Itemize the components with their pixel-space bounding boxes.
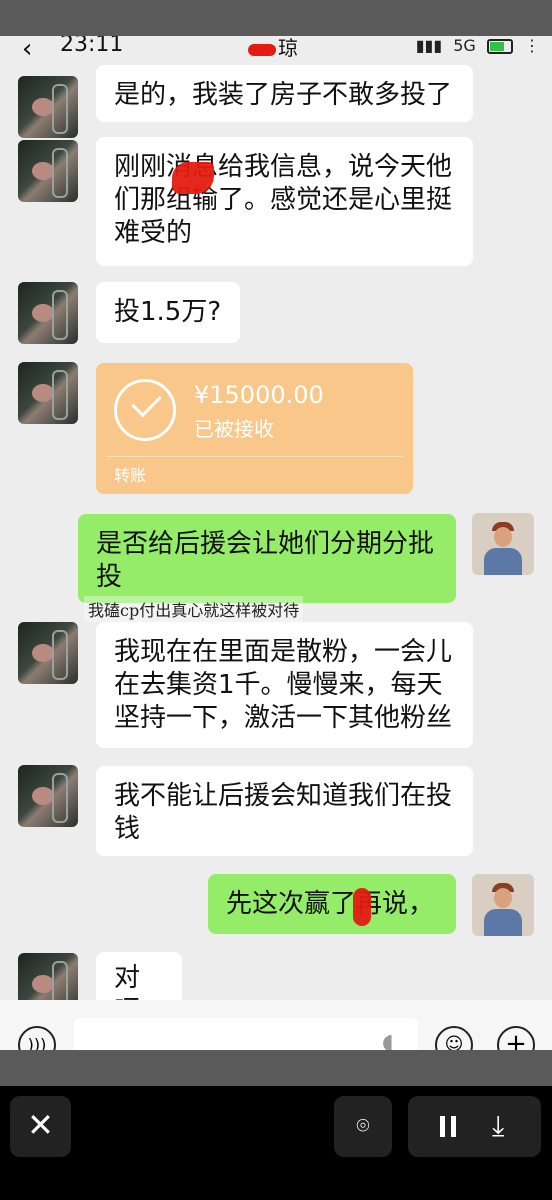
- input-bar: ))) ◖ ☺ +: [0, 1000, 552, 1050]
- message-text: 刚刚消息给我信息，说今天他们那组输了。感觉还是心里挺难受的: [114, 152, 453, 248]
- redaction-mark: [248, 43, 276, 56]
- transfer-amount: ¥15000.00: [194, 381, 324, 409]
- my-message-bubble[interactable]: 先这次赢了再说，: [208, 874, 456, 934]
- contact-avatar[interactable]: [18, 765, 78, 827]
- bottom-frame: [0, 1050, 552, 1086]
- message-bubble[interactable]: 投1.5万?: [96, 282, 240, 343]
- my-avatar[interactable]: [472, 513, 534, 575]
- message-text: 我现在在里面是散粉，一会儿在去集资1千。慢慢来，每天坚持一下，激活一下其他粉丝: [114, 637, 453, 733]
- message-bubble[interactable]: 我现在在里面是散粉，一会儿在去集资1千。慢慢来，每天坚持一下，激活一下其他粉丝: [96, 622, 473, 748]
- chat-title-text: 琼: [278, 36, 298, 60]
- message-bubble[interactable]: 刚刚消息给我信息，说今天他们那组输了。感觉还是心里挺难受的: [96, 137, 473, 266]
- plus-icon[interactable]: +: [497, 1026, 535, 1050]
- top-frame: [0, 0, 552, 36]
- divider: [106, 456, 403, 457]
- scan-icon: ⌾: [356, 1114, 370, 1139]
- chat-title: 琼: [248, 36, 298, 61]
- network-label: 5G: [453, 36, 476, 55]
- viewer-controls: ✕ ⌾ ⤓: [0, 1086, 552, 1200]
- mic-icon[interactable]: ◖: [382, 1030, 394, 1050]
- pause-icon[interactable]: [440, 1116, 445, 1137]
- close-icon: ✕: [27, 1106, 54, 1144]
- signal-icon: ▮▮▮: [415, 36, 443, 55]
- voice-icon[interactable]: ))): [18, 1026, 56, 1050]
- check-circle-icon: [114, 379, 176, 441]
- contact-avatar[interactable]: [18, 140, 78, 202]
- chat-screen: ‹ 23:11 琼 ▮▮▮ 5G ⋮ 是的，我装了房子不敢多投了 刚刚消息给我信…: [0, 36, 552, 1050]
- clock: 23:11: [60, 36, 124, 57]
- message-bubble[interactable]: 对呀: [96, 952, 182, 1026]
- redaction-mark: [172, 162, 214, 194]
- transfer-label: 转账: [114, 466, 147, 485]
- contact-avatar[interactable]: [18, 76, 78, 138]
- emoji-icon[interactable]: ☺: [435, 1026, 473, 1050]
- my-avatar[interactable]: [472, 874, 534, 936]
- status-bar: ‹ 23:11 琼 ▮▮▮ 5G ⋮: [0, 36, 552, 64]
- my-message-bubble[interactable]: 是否给后援会让她们分期分批投: [78, 514, 456, 603]
- scan-button[interactable]: ⌾: [334, 1096, 392, 1157]
- contact-avatar[interactable]: [18, 622, 78, 684]
- status-icons: ▮▮▮ 5G ⋮: [410, 36, 540, 55]
- contact-avatar[interactable]: [18, 282, 78, 344]
- message-text: 是否给后援会让她们分期分批投: [96, 529, 435, 592]
- redaction-mark: [353, 888, 371, 926]
- message-input[interactable]: [74, 1018, 418, 1050]
- message-text: 我不能让后援会知道我们在投钱: [114, 781, 453, 844]
- transfer-status: 已被接收: [194, 417, 274, 441]
- message-text: 是的，我装了房子不敢多投了: [114, 80, 453, 110]
- message-text: 先这次赢了再说，: [226, 889, 435, 919]
- close-button[interactable]: ✕: [10, 1096, 71, 1157]
- handwritten-annotation: 我磕cp付出真心就这样被对待: [84, 596, 304, 622]
- message-text: 投1.5万?: [114, 297, 222, 327]
- message-bubble[interactable]: 我不能让后援会知道我们在投钱: [96, 766, 473, 856]
- playback-controls[interactable]: ⤓: [408, 1096, 541, 1157]
- more-icon[interactable]: ⋮: [524, 36, 540, 55]
- download-icon[interactable]: ⤓: [492, 1106, 504, 1146]
- transfer-card[interactable]: ¥15000.00 已被接收 转账: [96, 363, 413, 494]
- message-bubble[interactable]: 是的，我装了房子不敢多投了: [96, 65, 473, 122]
- back-icon[interactable]: ‹: [22, 36, 32, 64]
- battery-icon: [486, 39, 513, 54]
- contact-avatar[interactable]: [18, 362, 78, 424]
